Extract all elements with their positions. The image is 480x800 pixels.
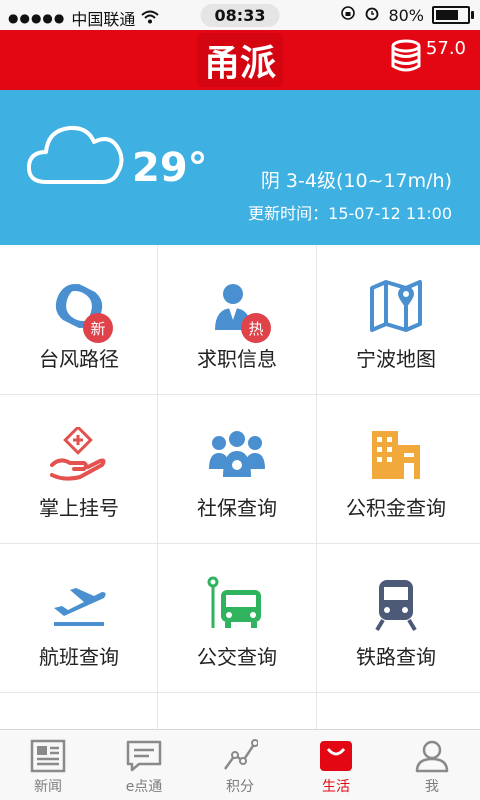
airplane-icon — [50, 578, 108, 634]
battery-percent: 80% — [388, 5, 424, 25]
service-bus-query[interactable]: 公交查询 — [158, 543, 316, 691]
service-railway-query[interactable]: 铁路查询 — [317, 543, 475, 691]
badge-hot: 热 — [241, 313, 271, 343]
tab-label: 我 — [425, 779, 439, 795]
tab-label: e点通 — [125, 779, 163, 795]
weather-updated: 更新时间：15-07-12 11:00 — [248, 204, 452, 223]
service-label: 台风路径 — [39, 347, 119, 371]
cloud-icon — [26, 116, 126, 190]
service-label: 铁路查询 — [356, 645, 436, 669]
app-logo: 甬派 — [197, 33, 283, 87]
service-online-registration[interactable]: 掌上挂号 — [0, 394, 158, 542]
status-time: 08:33 — [200, 4, 280, 27]
service-job-info[interactable]: 热 求职信息 — [158, 245, 316, 393]
tab-label: 新闻 — [34, 779, 62, 795]
temperature: 29° — [132, 145, 208, 191]
chart-line-icon — [222, 736, 258, 776]
service-typhoon-track[interactable]: 新 台风路径 — [0, 245, 158, 393]
coins-button[interactable]: 57.0 — [390, 38, 466, 79]
app-header: 甬派 57.0 — [0, 30, 480, 90]
tab-label: 生活 — [322, 779, 350, 795]
status-bar: ●●●●● 中国联通 08:33 80% — [0, 0, 480, 30]
service-social-security[interactable]: 社保查询 — [158, 394, 316, 542]
medical-hand-icon — [50, 425, 108, 487]
shopping-bag-icon — [318, 736, 354, 776]
bus-icon — [207, 576, 267, 636]
tab-label: 积分 — [226, 779, 254, 795]
map-icon — [368, 278, 424, 338]
tab-me[interactable]: 我 — [384, 730, 480, 800]
battery-icon — [432, 6, 474, 24]
train-icon — [371, 576, 421, 636]
service-label: 公积金查询 — [346, 496, 446, 520]
message-icon — [125, 736, 163, 776]
tab-news[interactable]: 新闻 — [0, 730, 96, 800]
rotation-lock-icon — [340, 5, 356, 25]
person-icon — [414, 736, 450, 776]
signal-icon: ●●●●● — [8, 11, 66, 25]
service-label: 航班查询 — [39, 645, 119, 669]
grid-divider — [0, 692, 480, 693]
tab-life[interactable]: 生活 — [288, 730, 384, 800]
buildings-icon — [368, 427, 424, 487]
tab-e-dian-tong[interactable]: e点通 — [96, 730, 192, 800]
service-label: 社保查询 — [197, 496, 277, 520]
weather-condition: 阴 3-4级(10~17m/h) — [260, 170, 452, 192]
carrier-label: 中国联通 — [71, 10, 136, 29]
service-housing-fund[interactable]: 公积金查询 — [317, 394, 475, 542]
weather-panel[interactable]: 29° 阴 3-4级(10~17m/h) 更新时间：15-07-12 11:00 — [0, 90, 480, 245]
wifi-icon — [141, 9, 160, 28]
service-label: 公交查询 — [197, 645, 277, 669]
services-grid: 新 台风路径 热 求职信息 宁波地图 掌上挂号 社保查询 公积金查询 航班查询 … — [0, 245, 480, 730]
coins-value: 57.0 — [425, 38, 466, 59]
badge-new: 新 — [83, 313, 113, 343]
alarm-icon — [364, 5, 380, 25]
coins-icon — [390, 38, 422, 79]
service-label: 求职信息 — [197, 347, 277, 371]
tab-bar: 新闻 e点通 积分 生活 我 — [0, 729, 480, 800]
service-label: 宁波地图 — [356, 347, 436, 371]
tab-points[interactable]: 积分 — [192, 730, 288, 800]
service-flight-query[interactable]: 航班查询 — [0, 543, 158, 691]
people-group-icon — [207, 429, 267, 485]
newspaper-icon — [30, 736, 66, 776]
service-ningbo-map[interactable]: 宁波地图 — [317, 245, 475, 393]
service-label: 掌上挂号 — [39, 496, 119, 520]
